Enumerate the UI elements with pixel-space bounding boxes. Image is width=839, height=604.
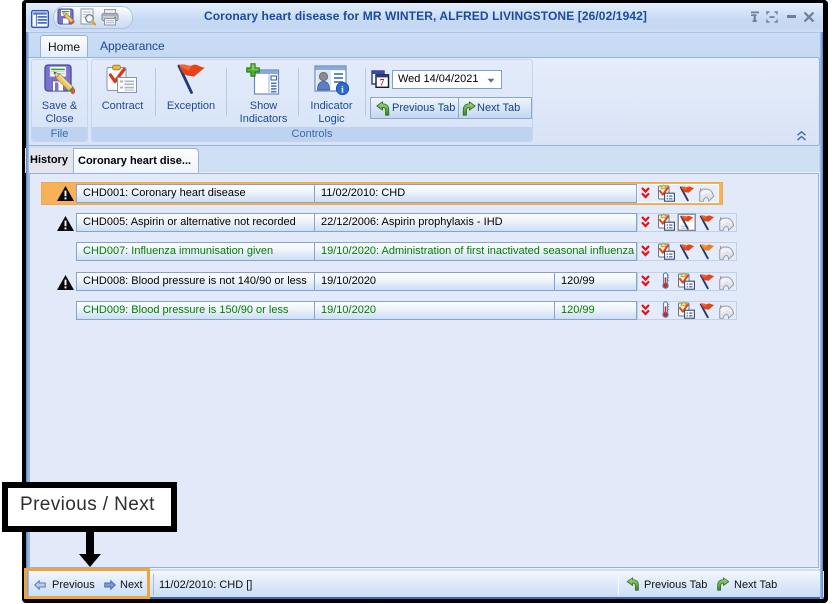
svg-text:i: i <box>341 86 344 96</box>
svg-text:7: 7 <box>380 77 385 87</box>
